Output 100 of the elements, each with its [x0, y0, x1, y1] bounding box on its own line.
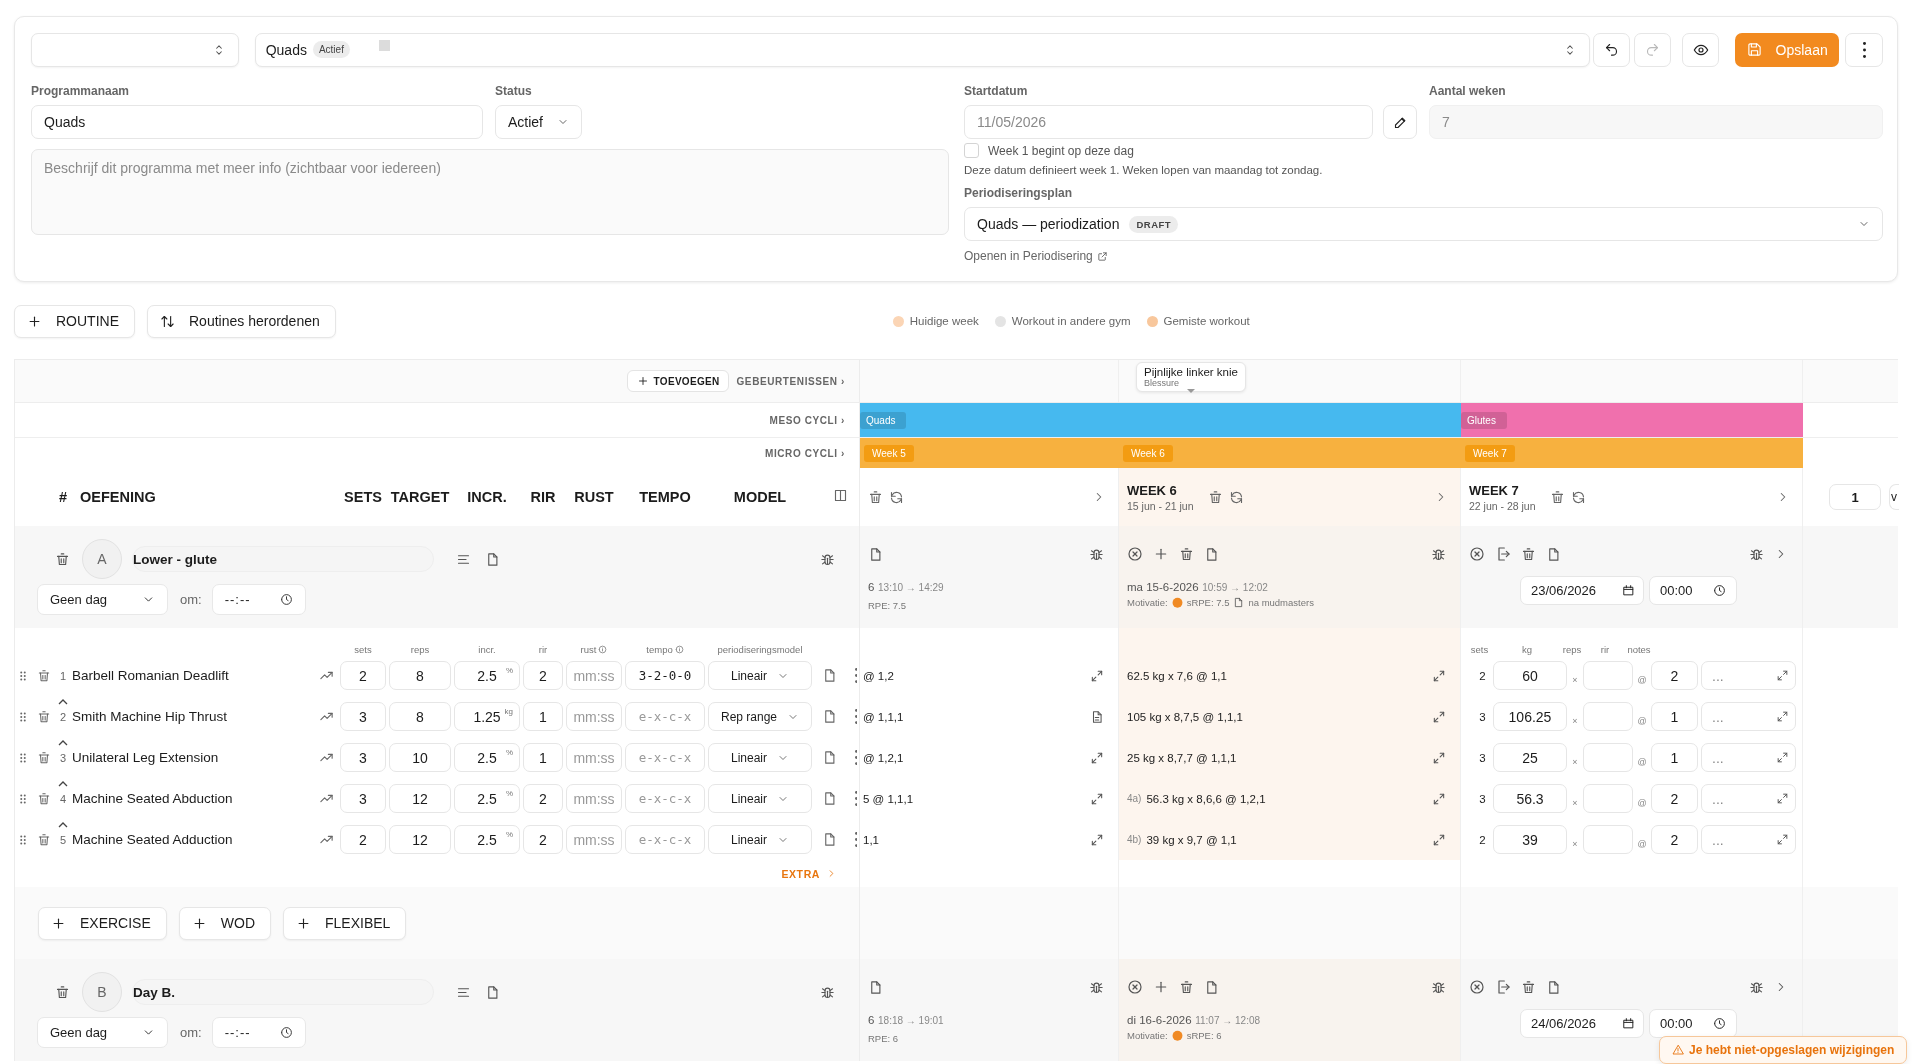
session-rpe: RPE: 7.5	[868, 600, 907, 611]
time-field[interactable]: 00:00	[1649, 1009, 1737, 1038]
rir-field[interactable]: 1	[523, 702, 563, 731]
edit-button[interactable]	[1383, 105, 1417, 139]
expand-icon	[1776, 710, 1789, 723]
column-label: kg	[1521, 644, 1532, 655]
meso-chip[interactable]: Glutes	[1461, 411, 1507, 429]
reps-field[interactable]	[1583, 784, 1633, 813]
exercise-name[interactable]: Machine Seated Abduction	[72, 791, 233, 806]
rir-field[interactable]: 2	[523, 825, 563, 854]
add-item-button[interactable]: WOD	[178, 906, 272, 940]
add-item-button[interactable]: EXERCISE	[38, 906, 167, 940]
exercise-name[interactable]: Smith Machine Hip Thrust	[72, 709, 228, 724]
notes-field[interactable]: ...	[1701, 784, 1796, 813]
model-select[interactable]: Lineair	[708, 784, 812, 813]
rir-field[interactable]: 2	[1651, 784, 1698, 813]
bug-icon	[1749, 979, 1764, 995]
column-label: rust	[580, 644, 608, 655]
add-event-button[interactable]: TOEVOEGEN	[626, 370, 730, 392]
routine-avatar: B	[82, 972, 122, 1012]
plus-icon	[636, 375, 649, 387]
motivation-label: Motivatie:	[1127, 597, 1168, 608]
sets-count: 2	[1479, 833, 1486, 846]
time-field[interactable]: --:--	[211, 584, 306, 615]
name-field[interactable]: Quads	[31, 105, 483, 139]
result-text: 105 kg x 8,7,5 @ 1,1,1	[1127, 710, 1243, 723]
sets-field[interactable]: 3	[340, 784, 386, 813]
rir-field[interactable]: 1	[1651, 702, 1698, 731]
kg-field[interactable]: 60	[1493, 661, 1567, 690]
session-rpe: sRPE: 7.5	[1186, 597, 1230, 608]
sets-field[interactable]: 2	[340, 825, 386, 854]
routine-name-field[interactable]: Lower - glute	[132, 546, 434, 572]
increment-field[interactable]: 2.5 $^{%}$	[454, 784, 520, 813]
chevron-up-icon[interactable]	[57, 820, 69, 829]
exercise-name[interactable]: Barbell Romanian Deadlift	[72, 668, 229, 683]
chevron-up-icon[interactable]	[57, 779, 69, 788]
chevron-up-icon[interactable]	[57, 697, 69, 706]
reps-field[interactable]	[1583, 825, 1633, 854]
increment-field[interactable]: 2.5 $^{%}$	[454, 743, 520, 772]
sets-field[interactable]: 3	[340, 743, 386, 772]
notes-field[interactable]: ...	[1701, 825, 1796, 854]
model-select[interactable]: Lineair	[708, 661, 812, 690]
preview-button[interactable]	[1682, 32, 1720, 67]
routine-name-field[interactable]: Day B.	[132, 979, 434, 1005]
notes-field[interactable]: ...	[1701, 743, 1796, 772]
date-field[interactable]: 23/06/2026	[1520, 576, 1644, 605]
increment-field[interactable]: 2.5 $^{%}$	[454, 661, 520, 690]
exercise-name[interactable]: Machine Seated Adduction	[72, 832, 233, 847]
model-select[interactable]: Rep range	[708, 702, 812, 731]
model-select[interactable]: Lineair	[708, 825, 812, 854]
notes-field[interactable]: ...	[1701, 702, 1796, 731]
model-select[interactable]: Lineair	[708, 743, 812, 772]
increment-field[interactable]: 1.25 $^{kg}$	[454, 702, 520, 731]
reorder-button[interactable]: Routines herordenen	[147, 304, 336, 338]
reps-field[interactable]: 8	[389, 702, 451, 731]
week-number-field[interactable]: 1	[1829, 484, 1881, 510]
chevron-up-icon[interactable]	[57, 738, 69, 747]
reps-field[interactable]	[1583, 743, 1633, 772]
time-field[interactable]: --:--	[211, 1017, 306, 1048]
reps-field[interactable]	[1583, 702, 1633, 731]
notes-field[interactable]: ...	[1701, 661, 1796, 690]
undo-button[interactable]	[1593, 32, 1631, 67]
reps-field[interactable]	[1583, 661, 1633, 690]
program-select[interactable]: Quads Actief	[254, 32, 1591, 67]
tempo-field[interactable]: 3-2-0-0	[625, 661, 705, 690]
plus-icon	[51, 915, 66, 931]
reps-field[interactable]: 12	[389, 784, 451, 813]
rir-field[interactable]: 2	[1651, 825, 1698, 854]
day-select[interactable]: Geen dag	[37, 584, 168, 615]
sets-field[interactable]: 2	[340, 661, 386, 690]
add-routine-button[interactable]: ROUTINE	[14, 304, 135, 338]
view-select[interactable]: v	[1889, 484, 1899, 510]
checkbox[interactable]	[964, 143, 979, 158]
rir-field[interactable]: 1	[1651, 743, 1698, 772]
reps-field[interactable]: 12	[389, 825, 451, 854]
kg-field[interactable]: 106.25	[1493, 702, 1567, 731]
increment-field[interactable]: 2.5 $^{%}$	[454, 825, 520, 854]
bug-icon	[1431, 546, 1446, 562]
kg-field[interactable]: 25	[1493, 743, 1567, 772]
rir-field[interactable]: 2	[1651, 661, 1698, 690]
day-select[interactable]: Geen dag	[37, 1017, 168, 1048]
rir-field[interactable]: 1	[523, 743, 563, 772]
periodization-link[interactable]: Openen in Periodisering	[964, 249, 1108, 263]
clock-icon	[279, 593, 293, 606]
sets-field[interactable]: 3	[340, 702, 386, 731]
kg-field[interactable]: 39	[1493, 825, 1567, 854]
reps-field[interactable]: 10	[389, 743, 451, 772]
add-item-button[interactable]: FLEXIBEL	[283, 906, 407, 940]
trash-icon	[37, 832, 51, 847]
more-icon	[854, 709, 858, 724]
reps-field[interactable]: 8	[389, 661, 451, 690]
rir-field[interactable]: 2	[523, 784, 563, 813]
start-date-field[interactable]: 11/05/2026	[964, 105, 1374, 139]
date-field[interactable]: 24/06/2026	[1520, 1009, 1644, 1038]
time-field[interactable]: 00:00	[1649, 576, 1737, 605]
status-select[interactable]: Actief	[495, 105, 582, 139]
exercise-name[interactable]: Unilateral Leg Extension	[72, 750, 219, 765]
plan-select[interactable]: Quads — periodization DRAFT	[964, 207, 1883, 241]
kg-field[interactable]: 56.3	[1493, 784, 1567, 813]
rir-field[interactable]: 2	[523, 661, 563, 690]
